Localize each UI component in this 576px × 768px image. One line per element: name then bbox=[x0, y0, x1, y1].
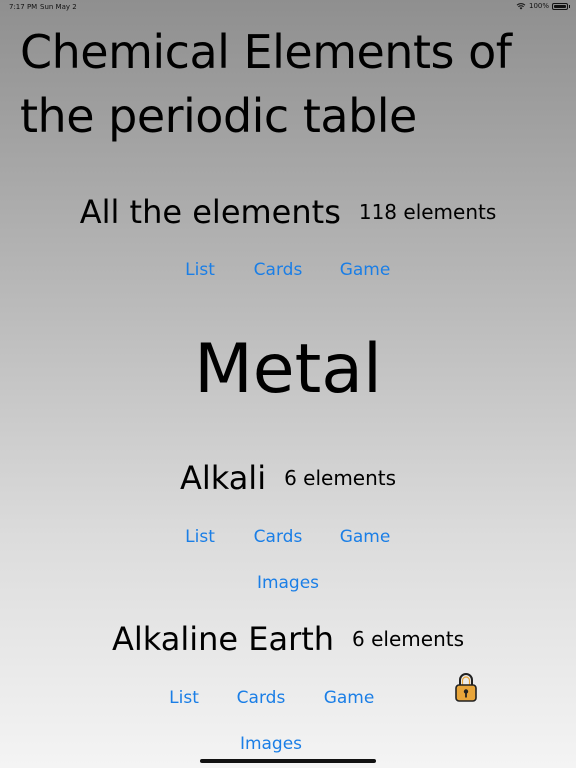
group-header-all-elements: All the elements 118 elements bbox=[0, 193, 576, 231]
status-bar: 7:17 PM Sun May 2 100% bbox=[0, 0, 576, 14]
list-link[interactable]: List bbox=[185, 260, 215, 280]
cards-link[interactable]: Cards bbox=[254, 527, 303, 547]
battery-percent: 100% bbox=[528, 2, 549, 10]
battery-icon bbox=[552, 2, 570, 10]
wifi-icon bbox=[516, 3, 526, 10]
group-name: Alkali bbox=[179, 459, 267, 497]
group-name: Alkaline Earth bbox=[111, 620, 335, 658]
link-row-alkaline-earth: List Cards Game bbox=[0, 688, 576, 712]
list-link[interactable]: List bbox=[169, 688, 199, 708]
cards-link[interactable]: Cards bbox=[254, 260, 303, 280]
status-time: 7:17 PM bbox=[9, 3, 38, 11]
game-link[interactable]: Game bbox=[340, 260, 391, 280]
group-name: All the elements bbox=[79, 193, 341, 231]
status-indicators: 100% bbox=[516, 2, 570, 10]
images-link[interactable]: Images bbox=[257, 573, 319, 593]
game-link[interactable]: Game bbox=[324, 688, 375, 708]
section-title-metal: Metal bbox=[194, 330, 382, 409]
link-row-alkali-images: Images bbox=[0, 573, 576, 597]
game-link[interactable]: Game bbox=[340, 527, 391, 547]
link-row-alkaline-earth-images: Images bbox=[0, 734, 576, 758]
home-indicator bbox=[200, 759, 376, 763]
link-row-all-elements: List Cards Game bbox=[0, 260, 576, 284]
group-count: 6 elements bbox=[284, 466, 397, 490]
images-link[interactable]: Images bbox=[240, 734, 302, 754]
group-header-alkali: Alkali 6 elements bbox=[0, 459, 576, 497]
lock-icon[interactable] bbox=[455, 672, 477, 702]
group-count: 118 elements bbox=[358, 200, 497, 224]
page-title: Chemical Elements of the periodic table bbox=[20, 25, 512, 143]
group-header-alkaline-earth: Alkaline Earth 6 elements bbox=[0, 620, 576, 658]
cards-link[interactable]: Cards bbox=[237, 688, 286, 708]
link-row-alkali: List Cards Game bbox=[0, 527, 576, 551]
status-date: Sun May 2 bbox=[40, 3, 77, 11]
group-count: 6 elements bbox=[352, 627, 465, 651]
list-link[interactable]: List bbox=[185, 527, 215, 547]
